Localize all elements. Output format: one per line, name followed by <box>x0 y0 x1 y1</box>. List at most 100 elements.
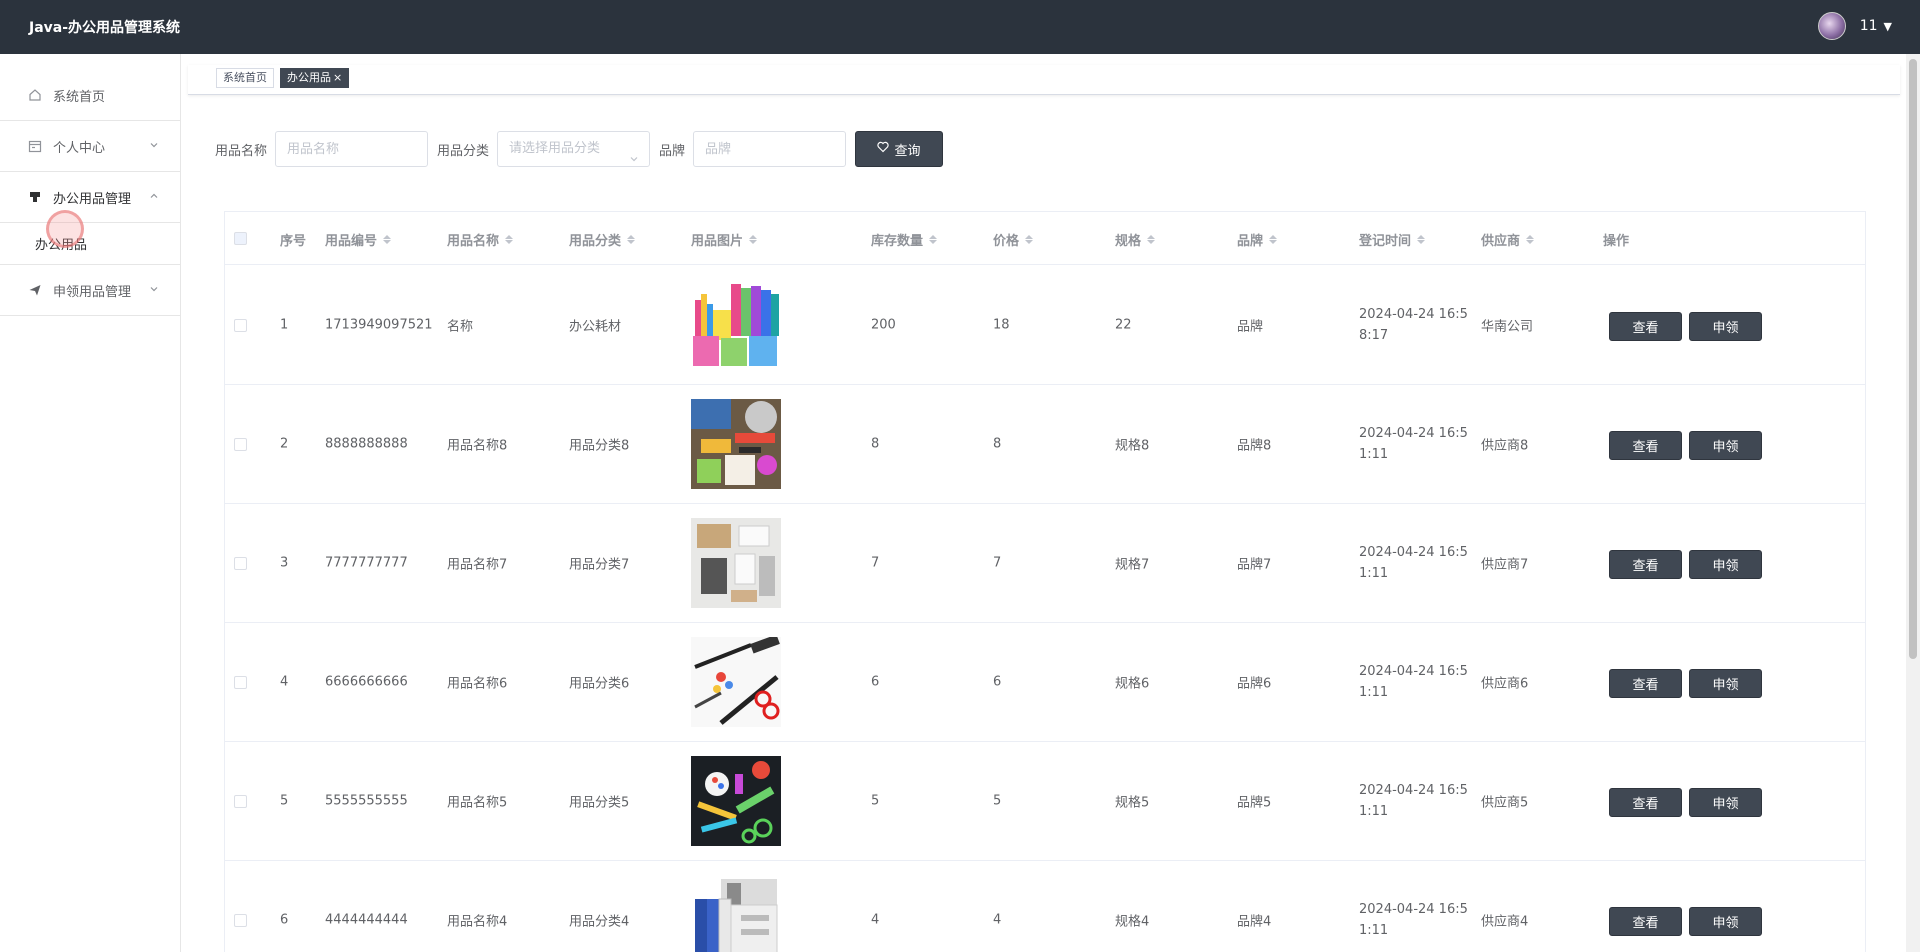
product-image[interactable] <box>691 756 781 846</box>
cell-price: 7 <box>993 555 1002 571</box>
cell-code: 6666666666 <box>325 674 408 690</box>
brand-search-input[interactable] <box>693 131 846 167</box>
sidebar-item-apply-management[interactable]: 申领用品管理 <box>0 265 180 316</box>
cell-index: 5 <box>280 793 289 809</box>
apply-button[interactable]: 申领 <box>1689 431 1762 460</box>
cell-stock: 6 <box>871 674 880 690</box>
sort-icon[interactable] <box>749 235 758 244</box>
column-header-spec[interactable]: 规格 <box>1115 230 1156 249</box>
tab-label: 办公用品 <box>287 71 331 84</box>
vertical-scrollbar[interactable] <box>1906 54 1920 952</box>
cell-spec: 22 <box>1115 317 1132 333</box>
apply-button[interactable]: 申领 <box>1689 907 1762 936</box>
search-button-label: 查询 <box>894 143 921 159</box>
user-menu[interactable]: 11 ▼ <box>1817 12 1892 40</box>
cell-category: 用品分类5 <box>569 795 630 811</box>
sort-icon[interactable] <box>383 235 392 244</box>
row-checkbox[interactable] <box>234 795 247 808</box>
category-label: 用品分类 <box>437 144 490 159</box>
column-header-supplier[interactable]: 供应商 <box>1481 230 1535 249</box>
column-header-price[interactable]: 价格 <box>993 230 1034 249</box>
sort-icon[interactable] <box>627 235 636 244</box>
cell-code: 7777777777 <box>325 555 408 571</box>
product-image[interactable] <box>691 399 781 489</box>
column-header-label: 库存数量 <box>871 234 924 249</box>
column-header-category[interactable]: 用品分类 <box>569 230 636 249</box>
column-header-actions: 操作 <box>1603 234 1630 249</box>
row-checkbox[interactable] <box>234 914 247 927</box>
cell-supplier: 供应商8 <box>1481 438 1529 454</box>
sort-icon[interactable] <box>1147 235 1156 244</box>
column-header-label: 价格 <box>993 234 1020 249</box>
apply-button[interactable]: 申领 <box>1689 312 1762 341</box>
search-button[interactable]: 查询 <box>855 131 943 167</box>
sidebar: 系统首页 个人中心 办公用品管理 办公用品 申领用品管理 <box>0 54 181 952</box>
category-select[interactable]: 请选择用品分类 <box>497 131 650 167</box>
sidebar-item-home[interactable]: 系统首页 <box>0 70 180 121</box>
apply-button[interactable]: 申领 <box>1689 788 1762 817</box>
calendar-icon <box>28 139 42 153</box>
apply-button[interactable]: 申领 <box>1689 669 1762 698</box>
cell-time: 2024-04-24 16:51:11 <box>1359 783 1468 819</box>
sort-icon[interactable] <box>1526 235 1535 244</box>
row-checkbox[interactable] <box>234 557 247 570</box>
view-button[interactable]: 查看 <box>1609 431 1682 460</box>
cell-code: 8888888888 <box>325 436 408 452</box>
column-header-code[interactable]: 用品编号 <box>325 230 392 249</box>
tab-home[interactable]: 系统首页 <box>216 68 274 88</box>
sidebar-subitem-office-supplies[interactable]: 办公用品 <box>0 223 180 265</box>
sidebar-item-personal-center[interactable]: 个人中心 <box>0 121 180 172</box>
scrollbar-thumb[interactable] <box>1909 59 1917 659</box>
column-header-time[interactable]: 登记时间 <box>1359 230 1426 249</box>
cell-supplier: 华南公司 <box>1481 319 1534 335</box>
sort-icon[interactable] <box>505 235 514 244</box>
table-row: 6 4444444444 用品名称4 用品分类4 4 4 规格4 品牌4 供应商4 2024-04… <box>225 861 1865 952</box>
sort-icon[interactable] <box>1025 235 1034 244</box>
top-bar: Java-办公用品管理系统 11 ▼ <box>0 0 1920 54</box>
close-icon[interactable]: × <box>333 71 342 84</box>
view-button[interactable]: 查看 <box>1609 788 1682 817</box>
product-image[interactable] <box>691 280 781 370</box>
cell-supplier: 供应商5 <box>1481 795 1529 811</box>
row-checkbox[interactable] <box>234 676 247 689</box>
view-button[interactable]: 查看 <box>1609 669 1682 698</box>
cell-time: 2024-04-24 16:58:17 <box>1359 307 1468 343</box>
sort-icon[interactable] <box>1417 235 1426 244</box>
sidebar-item-label: 系统首页 <box>53 89 106 105</box>
avatar[interactable] <box>1817 12 1846 40</box>
select-all-checkbox[interactable] <box>234 232 247 245</box>
chevron-up-icon <box>148 190 160 202</box>
cell-brand: 品牌8 <box>1237 438 1272 454</box>
brand-label: 品牌 <box>659 144 686 159</box>
row-checkbox[interactable] <box>234 319 247 332</box>
caret-down-icon[interactable]: ▼ <box>1884 20 1892 33</box>
sort-icon[interactable] <box>929 235 938 244</box>
tab-label: 系统首页 <box>223 71 267 84</box>
cell-time: 2024-04-24 16:51:11 <box>1359 545 1468 581</box>
name-search-input[interactable] <box>275 131 428 167</box>
tab-office-supplies[interactable]: 办公用品 × <box>280 68 350 88</box>
table-row: 5 5555555555 用品名称5 用品分类5 5 5 规格5 品牌5 供应商5 2024-04… <box>225 742 1865 861</box>
column-header-label: 用品名称 <box>447 234 500 249</box>
product-image[interactable] <box>691 875 781 952</box>
column-header-image[interactable]: 用品图片 <box>691 230 758 249</box>
column-header-name[interactable]: 用品名称 <box>447 230 514 249</box>
cell-supplier: 供应商7 <box>1481 557 1529 573</box>
sort-icon[interactable] <box>1269 235 1278 244</box>
user-name[interactable]: 11 <box>1860 18 1878 34</box>
column-header-stock[interactable]: 库存数量 <box>871 230 938 249</box>
row-checkbox[interactable] <box>234 438 247 451</box>
apply-button[interactable]: 申领 <box>1689 550 1762 579</box>
product-image[interactable] <box>691 637 781 727</box>
product-image[interactable] <box>691 518 781 608</box>
sidebar-item-supplies-management[interactable]: 办公用品管理 <box>0 172 180 223</box>
view-button[interactable]: 查看 <box>1609 907 1682 936</box>
cell-price: 18 <box>993 317 1010 333</box>
table-row: 1 1713949097521 名称 办公耗材 200 18 22 品牌 华南公司 2024-04… <box>225 266 1865 385</box>
view-button[interactable]: 查看 <box>1609 312 1682 341</box>
cell-brand: 品牌5 <box>1237 795 1272 811</box>
cell-name: 用品名称5 <box>447 795 508 811</box>
supplies-table: 序号 用品编号 用品名称 用品分类 用品图片 库存数量 价格 规格 品牌 登记时… <box>224 211 1866 952</box>
column-header-brand[interactable]: 品牌 <box>1237 230 1278 249</box>
view-button[interactable]: 查看 <box>1609 550 1682 579</box>
